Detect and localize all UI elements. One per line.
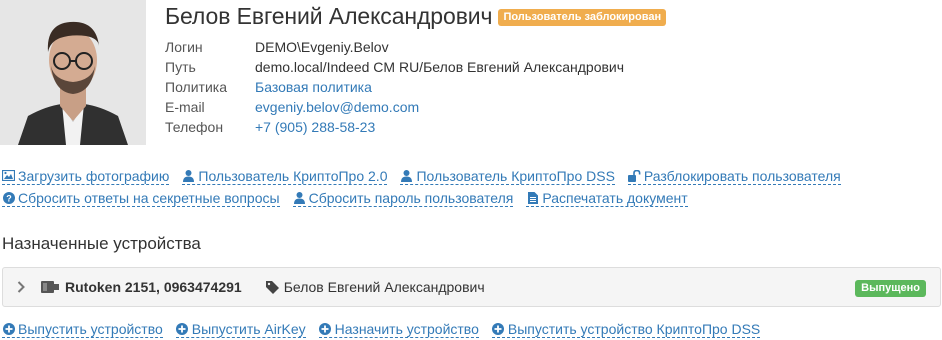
user-actions-row-2: ? Сбросить ответы на секретные вопросы С… bbox=[2, 187, 922, 209]
user-icon bbox=[400, 169, 413, 182]
reset-password-label: Сбросить пароль пользователя bbox=[308, 189, 514, 206]
user-actions: Загрузить фотографию Пользователь Крипто… bbox=[2, 165, 922, 209]
phone-link[interactable]: +7 (905) 288-58-23 bbox=[255, 117, 375, 137]
issued-status-badge: Выпущено bbox=[855, 280, 926, 297]
svg-text:?: ? bbox=[6, 193, 12, 203]
email-link[interactable]: evgeniy.belov@demo.com bbox=[255, 97, 419, 117]
property-label: E-mail bbox=[165, 99, 205, 115]
chevron-right-icon[interactable] bbox=[17, 281, 27, 293]
reset-secret-answers-link[interactable]: ? Сбросить ответы на секретные вопросы bbox=[2, 190, 280, 207]
issue-airkey-label: Выпустить AirKey bbox=[191, 320, 306, 337]
plus-circle-icon bbox=[319, 322, 332, 335]
unlock-icon bbox=[627, 169, 641, 182]
user-header: Белов Евгений Александрович Пользователь… bbox=[165, 2, 667, 30]
device-row[interactable]: Rutoken 2151, 0963474291 Белов Евгений А… bbox=[2, 267, 941, 307]
issue-device-link[interactable]: Выпустить устройство bbox=[2, 321, 163, 338]
property-policy: Политика Базовая политика bbox=[165, 77, 624, 97]
unblock-user-label: Разблокировать пользователя bbox=[643, 167, 841, 184]
device-owner: Белов Евгений Александрович bbox=[283, 279, 485, 295]
device-actions: Выпустить устройство Выпустить AirKey На… bbox=[2, 318, 773, 340]
issue-device-label: Выпустить устройство bbox=[18, 320, 163, 337]
upload-photo-link[interactable]: Загрузить фотографию bbox=[2, 167, 170, 185]
document-icon bbox=[526, 191, 539, 204]
property-email: E-mail evgeniy.belov@demo.com bbox=[165, 97, 624, 117]
property-value: DEMO\Evgeniy.Belov bbox=[255, 39, 389, 55]
user-photo bbox=[0, 0, 146, 145]
issue-cryptopro-dss-device-link[interactable]: Выпустить устройство КриптоПро DSS bbox=[491, 320, 761, 338]
property-label: Путь bbox=[165, 59, 196, 75]
policy-link[interactable]: Базовая политика bbox=[255, 77, 372, 97]
assigned-devices-title: Назначенные устройства bbox=[2, 234, 201, 253]
assign-device-link[interactable]: Назначить устройство bbox=[318, 320, 479, 338]
issue-cryptopro-dss-device-label: Выпустить устройство КриптоПро DSS bbox=[507, 320, 761, 337]
assign-device-label: Назначить устройство bbox=[334, 320, 479, 337]
property-login: Логин DEMO\Evgeniy.Belov bbox=[165, 37, 624, 57]
print-document-link[interactable]: Распечатать документ bbox=[526, 189, 688, 207]
tag-icon bbox=[265, 280, 279, 294]
print-document-label: Распечатать документ bbox=[542, 189, 688, 206]
cryptopro-dss-user-label: Пользователь КриптоПро DSS bbox=[416, 167, 615, 184]
property-value: demo.local/Indeed CM RU/Белов Евгений Ал… bbox=[255, 59, 625, 75]
device-name: Rutoken 2151, 0963474291 bbox=[65, 279, 242, 295]
user-icon bbox=[182, 169, 195, 182]
cryptopro-user-label: Пользователь КриптоПро 2.0 bbox=[198, 167, 388, 184]
user-name: Белов Евгений Александрович bbox=[165, 2, 493, 29]
plus-circle-icon bbox=[176, 322, 189, 335]
unblock-user-link[interactable]: Разблокировать пользователя bbox=[627, 167, 841, 185]
property-path: Путь demo.local/Indeed CM RU/Белов Евген… bbox=[165, 57, 624, 77]
property-phone: Телефон +7 (905) 288-58-23 bbox=[165, 117, 624, 137]
blocked-status-badge: Пользователь заблокирован bbox=[498, 8, 667, 26]
plus-circle-icon bbox=[2, 322, 15, 335]
user-properties: Логин DEMO\Evgeniy.Belov Путь demo.local… bbox=[165, 37, 624, 137]
user-icon bbox=[293, 191, 306, 204]
user-actions-row-1: Загрузить фотографию Пользователь Крипто… bbox=[2, 165, 922, 187]
cryptopro-user-link[interactable]: Пользователь КриптоПро 2.0 bbox=[182, 167, 388, 185]
reset-password-link[interactable]: Сбросить пароль пользователя bbox=[292, 189, 514, 207]
upload-photo-label: Загрузить фотографию bbox=[18, 167, 170, 184]
image-icon bbox=[2, 169, 15, 182]
property-label: Логин bbox=[165, 39, 203, 55]
issue-airkey-link[interactable]: Выпустить AirKey bbox=[175, 320, 306, 338]
reset-secret-answers-label: Сбросить ответы на секретные вопросы bbox=[18, 189, 280, 206]
plus-circle-icon bbox=[492, 322, 505, 335]
question-circle-icon: ? bbox=[2, 191, 15, 204]
token-device-icon bbox=[41, 280, 59, 294]
property-label: Политика bbox=[165, 79, 227, 95]
cryptopro-dss-user-link[interactable]: Пользователь КриптоПро DSS bbox=[400, 167, 615, 185]
property-label: Телефон bbox=[165, 119, 224, 135]
